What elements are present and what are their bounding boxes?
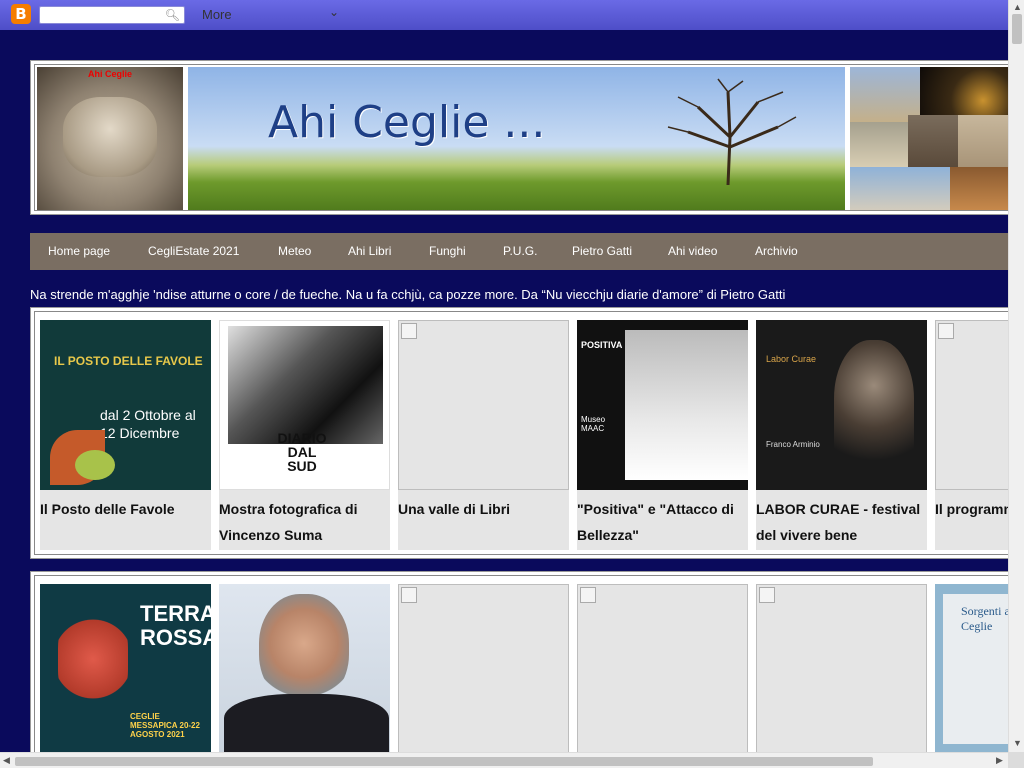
suit	[224, 694, 389, 754]
search-icon[interactable]: 🔍︎	[165, 8, 180, 22]
post-thumbnail[interactable]: Sorgenti a Ceglie	[935, 584, 1015, 754]
post-title[interactable]: LABOR CURAE - festival del vivere bene	[756, 496, 927, 548]
thumbnail-text: DIARIO DAL SUD	[277, 430, 327, 474]
thumbnail-subtext: CEGLIE MESSAPICA 20-22 AGOSTO 2021	[130, 712, 200, 739]
broken-image-icon	[401, 587, 417, 603]
header-frame: Ahi Ceglie Ahi Ceglie ...	[34, 64, 1016, 211]
menu-item-ahi-libri[interactable]: Ahi Libri	[348, 244, 391, 258]
thumbnail-text: TERRA ROSSA	[140, 601, 211, 650]
thumbnail-text: IL POSTO DELLE FAVOLE	[54, 354, 203, 368]
blogger-logo-icon[interactable]: B	[11, 4, 31, 24]
post-thumbnail[interactable]: DIARIO DAL SUD	[219, 320, 390, 490]
post-title[interactable]: Una valle di Libri	[398, 496, 569, 522]
post-card[interactable]: IL POSTO DELLE FAVOLE dal 2 Ottobre al 1…	[40, 320, 211, 550]
scroll-down-icon[interactable]: ▼	[1013, 738, 1022, 748]
search-input[interactable]: 🔍︎	[39, 6, 185, 24]
portrait-photo	[834, 340, 914, 470]
thumbnail-subtext: dal 2 Ottobre al 12 Dicembre	[100, 407, 196, 441]
post-title[interactable]: "Positiva" e "Attacco di Bellezza"	[577, 496, 748, 548]
post-card[interactable]: Labor Curae Franco Arminio LABOR CURAE -…	[756, 320, 927, 550]
broken-image[interactable]	[398, 584, 569, 754]
vertical-scrollbar[interactable]: ▲ ▼	[1008, 0, 1024, 752]
post-thumbnail[interactable]: IL POSTO DELLE FAVOLE dal 2 Ottobre al 1…	[40, 320, 211, 490]
thumbnail-text: Sorgenti a Ceglie	[961, 604, 1010, 633]
gallery-frame: IL POSTO DELLE FAVOLE dal 2 Ottobre al 1…	[34, 311, 1016, 555]
broken-image-icon	[401, 323, 417, 339]
header-photo-collage	[850, 67, 1015, 210]
menu-item-pug[interactable]: P.U.G.	[503, 244, 537, 258]
more-menu[interactable]: More	[202, 7, 232, 22]
post-title[interactable]: Mostra fotografica di Vincenzo Suma	[219, 496, 390, 548]
post-thumbnail[interactable]: TERRA ROSSA CEGLIE MESSAPICA 20-22 AGOST…	[40, 584, 211, 754]
post-card[interactable]: POSITIVA Museo MAAC "Positiva" e "Attacc…	[577, 320, 748, 550]
broken-image[interactable]	[756, 584, 927, 754]
broken-image[interactable]	[935, 320, 1015, 490]
header-quote: Na strende m'agghje 'ndise atturne o cor…	[30, 287, 786, 302]
post-card[interactable]	[756, 584, 927, 768]
broken-image[interactable]	[577, 584, 748, 754]
menu-item-ahi-video[interactable]: Ahi video	[668, 244, 717, 258]
blog-header: Ahi Ceglie Ahi Ceglie ...	[30, 60, 1020, 215]
chevron-down-icon[interactable]: ⌄	[329, 5, 339, 19]
scrollbar-corner	[1008, 752, 1024, 768]
scrollbar-thumb[interactable]	[1012, 14, 1022, 44]
post-thumbnail[interactable]	[219, 584, 390, 754]
leaf-icon	[75, 450, 115, 480]
post-card[interactable]	[398, 584, 569, 768]
post-card[interactable]	[219, 584, 390, 768]
post-card[interactable]: Una valle di Libri	[398, 320, 569, 550]
post-card[interactable]: TERRA ROSSA CEGLIE MESSAPICA 20-22 AGOST…	[40, 584, 211, 768]
post-card[interactable]: Il programma "Piazza"	[935, 320, 1015, 550]
broken-image[interactable]	[398, 320, 569, 490]
post-card[interactable]: DIARIO DAL SUD Mostra fotografica di Vin…	[219, 320, 390, 550]
thumbnail-text: POSITIVA	[581, 340, 623, 350]
broken-image-icon	[938, 323, 954, 339]
scrollbar-thumb[interactable]	[15, 757, 873, 766]
menu-item-funghi[interactable]: Funghi	[429, 244, 466, 258]
post-card[interactable]	[577, 584, 748, 768]
portrait-photo	[259, 594, 349, 704]
scroll-left-icon[interactable]: ◀	[3, 755, 10, 766]
header-mask-photo: Ahi Ceglie	[37, 67, 183, 210]
grapes-icon	[58, 604, 128, 714]
scroll-up-icon[interactable]: ▲	[1013, 2, 1022, 12]
blogger-navbar: B 🔍︎ More ⌄	[0, 0, 1008, 30]
broken-image-icon	[759, 587, 775, 603]
post-thumbnail[interactable]: Labor Curae Franco Arminio	[756, 320, 927, 490]
photo	[228, 326, 383, 444]
menu-item-archivio[interactable]: Archivio	[755, 244, 798, 258]
broken-image-icon	[580, 587, 596, 603]
scroll-right-icon[interactable]: ▶	[996, 755, 1003, 766]
header-mask-caption: Ahi Ceglie	[87, 69, 132, 79]
header-banner[interactable]: Ahi Ceglie ...	[188, 67, 845, 210]
photo	[625, 330, 748, 480]
menu-item-cegliestate-2021[interactable]: CegliEstate 2021	[148, 244, 239, 258]
horizontal-scrollbar[interactable]: ◀ ▶	[0, 752, 1008, 768]
post-title[interactable]: Il Posto delle Favole	[40, 496, 211, 522]
thumbnail-text: Labor Curae	[766, 354, 817, 364]
main-menu: Home page CegliEstate 2021 Meteo Ahi Lib…	[30, 233, 1020, 270]
thumbnail-subtext: Franco Arminio	[766, 440, 820, 449]
menu-item-home-page[interactable]: Home page	[48, 244, 110, 258]
menu-item-pietro-gatti[interactable]: Pietro Gatti	[572, 244, 632, 258]
posts-gallery-2: TERRA ROSSA CEGLIE MESSAPICA 20-22 AGOST…	[30, 571, 1020, 768]
stone-mask-icon	[63, 97, 157, 177]
gallery-frame: TERRA ROSSA CEGLIE MESSAPICA 20-22 AGOST…	[34, 575, 1016, 768]
post-title[interactable]: Il programma "Piazza"	[935, 496, 1015, 522]
tree-icon	[667, 78, 797, 186]
post-thumbnail[interactable]: POSITIVA Museo MAAC	[577, 320, 748, 490]
menu-item-meteo[interactable]: Meteo	[278, 244, 311, 258]
post-card[interactable]: Sorgenti a Ceglie	[935, 584, 1015, 768]
featured-posts-gallery: IL POSTO DELLE FAVOLE dal 2 Ottobre al 1…	[30, 307, 1020, 559]
thumbnail-subtext: Museo MAAC	[581, 415, 606, 433]
blog-title[interactable]: Ahi Ceglie ...	[268, 97, 545, 148]
